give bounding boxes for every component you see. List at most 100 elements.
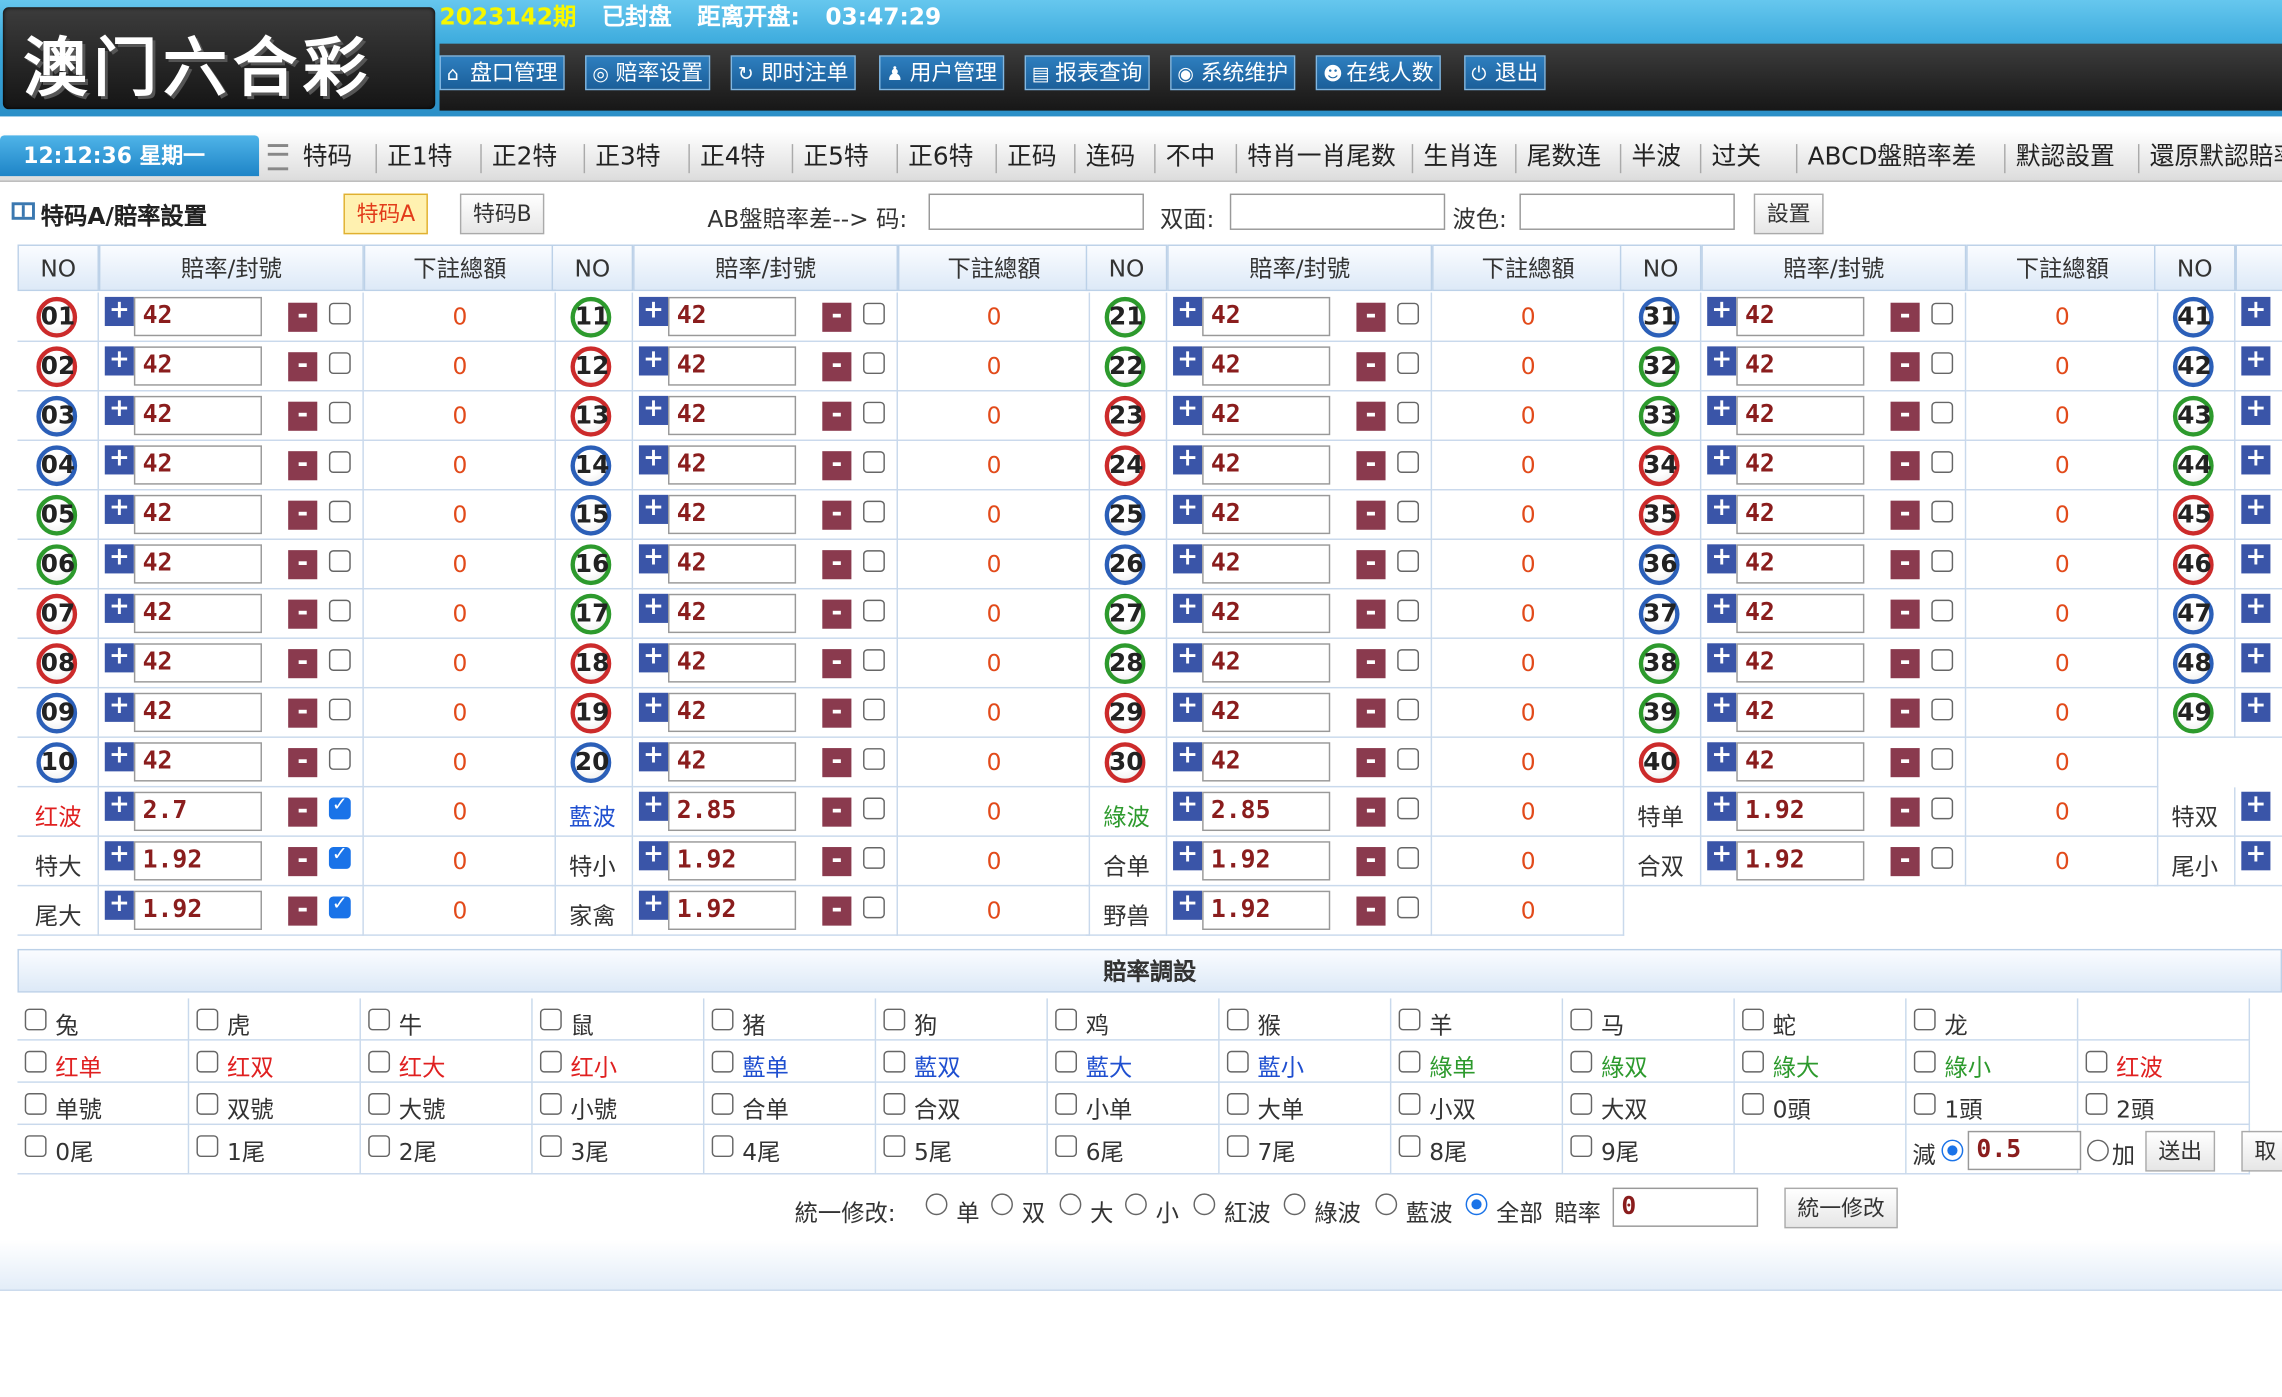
increase-odds-button[interactable]: + [1707, 296, 1737, 327]
decrease-odds-button[interactable]: - [822, 302, 852, 332]
odds-input[interactable]: 42 [668, 742, 797, 782]
decrease-odds-button[interactable]: - [1890, 846, 1920, 877]
adjust-checkbox[interactable] [1913, 1093, 1936, 1115]
lock-checkbox[interactable] [328, 748, 351, 770]
minus-radio[interactable] [1941, 1139, 1964, 1162]
odds-input[interactable]: 42 [133, 742, 262, 782]
adjust-checkbox[interactable] [1398, 1093, 1421, 1115]
lock-checkbox[interactable] [328, 352, 351, 375]
lock-checkbox[interactable] [328, 451, 351, 474]
odds-input[interactable]: 1.92 [1736, 841, 1865, 881]
decrease-odds-button[interactable]: - [1890, 500, 1920, 530]
odds-input[interactable]: 42 [1202, 296, 1331, 337]
set-button[interactable]: 設置 [1753, 193, 1824, 235]
odds-input[interactable]: 42 [1202, 494, 1331, 535]
odds-input[interactable]: 1.92 [133, 841, 262, 881]
lock-checkbox[interactable] [1397, 451, 1420, 474]
plus-radio[interactable] [2087, 1139, 2109, 1162]
tab-10[interactable]: 特肖一肖尾数 [1247, 131, 1395, 180]
menu-button-4[interactable]: ▤ 报表查询 [1024, 55, 1150, 91]
increase-odds-button[interactable]: + [1707, 494, 1737, 524]
increase-odds-button[interactable]: + [1173, 544, 1203, 574]
odds-input[interactable]: 42 [133, 692, 262, 733]
lock-checkbox[interactable] [328, 795, 351, 820]
increase-odds-button[interactable]: + [638, 395, 669, 425]
decrease-odds-button[interactable]: - [1356, 599, 1386, 629]
decrease-odds-button[interactable]: - [288, 450, 318, 481]
lock-checkbox[interactable] [328, 401, 351, 424]
increase-odds-button[interactable]: + [104, 791, 134, 821]
increase-odds-button[interactable]: + [2241, 593, 2271, 623]
odds-input[interactable]: 42 [668, 395, 797, 436]
odds-input[interactable]: 42 [668, 593, 797, 634]
lock-checkbox[interactable] [1397, 599, 1420, 622]
adjust-checkbox[interactable] [368, 1050, 391, 1073]
step-value-input[interactable]: 0.5 [1967, 1130, 2082, 1171]
odds-input[interactable]: 42 [668, 643, 797, 683]
odds-input[interactable]: 42 [133, 643, 262, 683]
lock-checkbox[interactable] [1397, 352, 1420, 375]
adjust-checkbox[interactable] [368, 1135, 391, 1158]
decrease-odds-button[interactable]: - [288, 698, 318, 728]
lock-checkbox[interactable] [1931, 352, 1954, 375]
decrease-odds-button[interactable]: - [1356, 351, 1386, 382]
odds-input[interactable]: 42 [1736, 346, 1865, 386]
odds-input[interactable]: 42 [668, 296, 797, 337]
lock-checkbox[interactable] [1931, 401, 1954, 424]
adjust-checkbox[interactable] [2085, 1050, 2108, 1073]
adjust-checkbox[interactable] [1742, 1050, 1764, 1073]
decrease-odds-button[interactable]: - [822, 450, 852, 481]
tab-5[interactable]: 正5特 [803, 131, 868, 180]
decrease-odds-button[interactable]: - [288, 648, 318, 679]
decrease-odds-button[interactable]: - [1356, 302, 1386, 332]
odds-input[interactable]: 42 [133, 593, 262, 634]
odds-input[interactable]: 42 [133, 544, 262, 584]
tab-1[interactable]: 正1特 [387, 131, 452, 180]
ab-diff-code-input[interactable] [928, 193, 1144, 230]
increase-odds-button[interactable]: + [1707, 791, 1737, 821]
decrease-odds-button[interactable]: - [822, 896, 852, 926]
odds-input[interactable]: 42 [1202, 445, 1331, 485]
lock-checkbox[interactable] [1397, 649, 1420, 671]
decrease-odds-button[interactable]: - [822, 599, 852, 629]
increase-odds-button[interactable]: + [1173, 643, 1203, 673]
adjust-checkbox[interactable] [1055, 1093, 1077, 1115]
decrease-odds-button[interactable]: - [288, 599, 318, 629]
lock-checkbox[interactable] [1397, 698, 1420, 721]
increase-odds-button[interactable]: + [638, 742, 669, 772]
increase-odds-button[interactable]: + [638, 643, 669, 673]
increase-odds-button[interactable]: + [2241, 840, 2271, 871]
lock-checkbox[interactable] [1397, 896, 1420, 919]
odds-input[interactable]: 42 [668, 692, 797, 733]
lock-checkbox[interactable] [863, 847, 885, 869]
lock-checkbox[interactable] [1931, 748, 1954, 770]
tab-4[interactable]: 正4特 [700, 131, 765, 180]
decrease-odds-button[interactable]: - [1890, 351, 1920, 382]
increase-odds-button[interactable]: + [104, 840, 134, 871]
uniform-option-radio[interactable] [1193, 1193, 1216, 1216]
increase-odds-button[interactable]: + [1173, 494, 1203, 524]
adjust-checkbox[interactable] [1398, 1135, 1421, 1158]
lock-checkbox[interactable] [1931, 698, 1954, 721]
odds-input[interactable]: 1.92 [1202, 841, 1331, 881]
adjust-checkbox[interactable] [196, 1050, 219, 1073]
double-side-input[interactable] [1229, 193, 1446, 230]
decrease-odds-button[interactable]: - [288, 846, 318, 877]
increase-odds-button[interactable]: + [104, 742, 134, 772]
tab-11[interactable]: 生肖连 [1423, 131, 1497, 180]
decrease-odds-button[interactable]: - [1356, 797, 1386, 827]
uniform-modify-button[interactable]: 統一修改 [1784, 1187, 1898, 1229]
decrease-odds-button[interactable]: - [1890, 450, 1920, 481]
decrease-odds-button[interactable]: - [288, 500, 318, 530]
tab-17[interactable]: 還原默認賠率 [2150, 131, 2282, 180]
menu-button-6[interactable]: ☻ 在线人数 [1315, 55, 1441, 91]
increase-odds-button[interactable]: + [104, 593, 134, 623]
lock-checkbox[interactable] [1397, 302, 1420, 325]
lock-checkbox[interactable] [1931, 451, 1954, 474]
increase-odds-button[interactable]: + [1173, 445, 1203, 475]
uniform-option-radio[interactable] [991, 1193, 1013, 1216]
adjust-checkbox[interactable] [196, 1093, 219, 1115]
decrease-odds-button[interactable]: - [822, 351, 852, 382]
adjust-checkbox[interactable] [539, 1008, 562, 1031]
odds-input[interactable]: 42 [1736, 593, 1865, 634]
